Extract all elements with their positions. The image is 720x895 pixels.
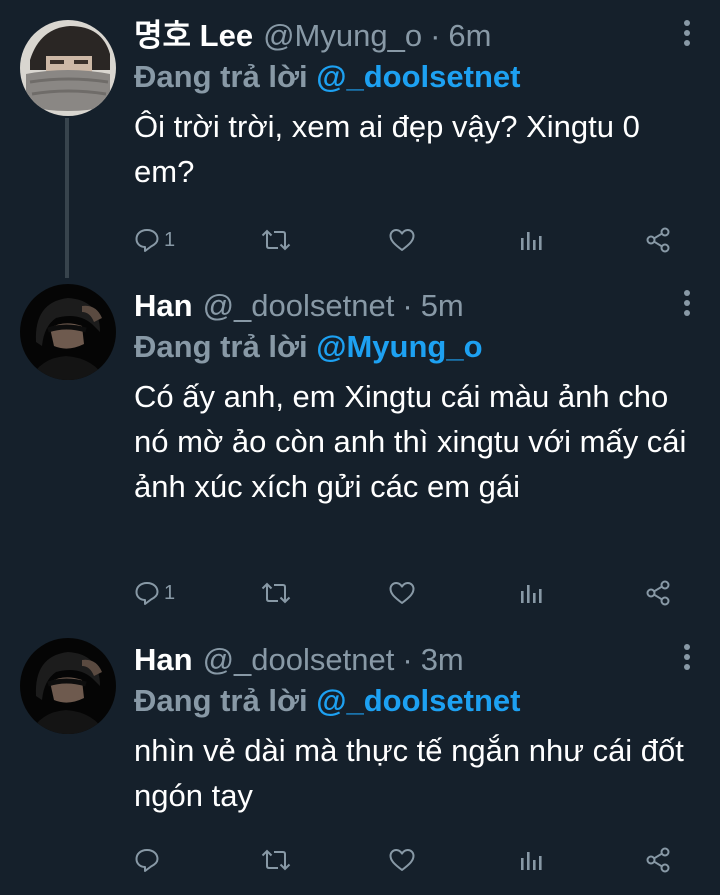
replying-to-mention[interactable]: @_doolsetnet [316,59,520,94]
retweet-icon [261,849,291,871]
tweet-actions [134,840,700,880]
avatar[interactable] [20,638,116,734]
tweet-time[interactable]: 5m [421,286,464,326]
retweet-icon [261,582,291,604]
share-icon [646,227,670,253]
retweet-button[interactable] [260,220,292,260]
tweet[interactable]: Han @_doolsetnet · 3m Đang trả lời @_doo… [0,634,720,895]
analytics-button[interactable] [518,840,544,880]
replying-to-label: Đang trả lời [134,59,308,94]
reply-icon [135,582,159,605]
share-button[interactable] [644,220,672,260]
more-icon[interactable] [682,20,692,50]
avatar[interactable] [20,284,116,380]
like-button[interactable] [388,573,416,613]
analytics-icon [521,852,542,870]
tweet-header: Han @_doolsetnet · 5m [134,286,700,326]
author-handle[interactable]: @_doolsetnet [203,640,395,680]
analytics-icon [521,232,542,250]
replying-to-label: Đang trả lời [134,329,308,364]
reply-button[interactable] [134,840,164,880]
header-separator: · [402,288,413,323]
tweet[interactable]: Han @_doolsetnet · 5m Đang trả lời @Myun… [0,280,720,630]
like-icon [389,849,415,871]
replying-to: Đang trả lời @_doolsetnet [134,680,700,722]
replying-to-mention[interactable]: @Myung_o [316,329,482,364]
author-handle[interactable]: @_doolsetnet [203,286,395,326]
tweet-actions: 1 [134,573,700,613]
analytics-button[interactable] [518,220,544,260]
header-separator: · [402,642,413,677]
avatar[interactable] [20,20,116,116]
avatar-image [20,638,116,734]
tweet-time[interactable]: 3m [421,640,464,680]
reply-button[interactable]: 1 [134,220,175,260]
header-separator: · [430,18,441,53]
replying-to: Đang trả lời @_doolsetnet [134,56,700,98]
retweet-button[interactable] [260,840,292,880]
like-icon [389,582,415,604]
more-icon[interactable] [682,644,692,674]
author-handle[interactable]: @Myung_o [263,16,422,56]
analytics-icon [521,585,542,603]
like-icon [389,229,415,251]
share-icon [646,580,670,606]
reply-icon [135,229,159,252]
tweet-text: nhìn vẻ dài mà thực tế ngắn như cái đốt … [134,733,684,813]
author-name[interactable]: 명호 Lee [134,16,253,56]
reply-thread: 명호 Lee @Myung_o · 6m Đang trả lời @_dool… [0,0,720,895]
tweet-header: Han @_doolsetnet · 3m [134,640,700,680]
reply-button[interactable]: 1 [134,573,175,613]
author-name[interactable]: Han [134,286,193,326]
tweet-text: Ôi trời trời, xem ai đẹp vậy? Xingtu 0 e… [134,109,640,189]
retweet-icon [261,229,291,251]
share-button[interactable] [644,573,672,613]
share-icon [646,847,670,873]
like-button[interactable] [388,840,416,880]
like-button[interactable] [388,220,416,260]
tweet[interactable]: 명호 Lee @Myung_o · 6m Đang trả lời @_dool… [0,0,720,280]
replying-to: Đang trả lời @Myung_o [134,326,700,368]
replying-to-label: Đang trả lời [134,683,308,718]
avatar-image [20,284,116,380]
reply-count: 1 [164,228,176,251]
author-name[interactable]: Han [134,640,193,680]
tweet-header: 명호 Lee @Myung_o · 6m [134,16,700,56]
tweet-time[interactable]: 6m [448,16,491,56]
reply-icon [135,849,159,872]
share-button[interactable] [644,840,672,880]
replying-to-mention[interactable]: @_doolsetnet [316,683,520,718]
retweet-button[interactable] [260,573,292,613]
analytics-button[interactable] [518,573,544,613]
avatar-image [20,20,116,116]
reply-count: 1 [164,581,176,604]
tweet-text: Có ấy anh, em Xingtu cái màu ảnh cho nó … [134,379,687,504]
more-icon[interactable] [682,290,692,320]
tweet-actions: 1 [134,220,700,260]
